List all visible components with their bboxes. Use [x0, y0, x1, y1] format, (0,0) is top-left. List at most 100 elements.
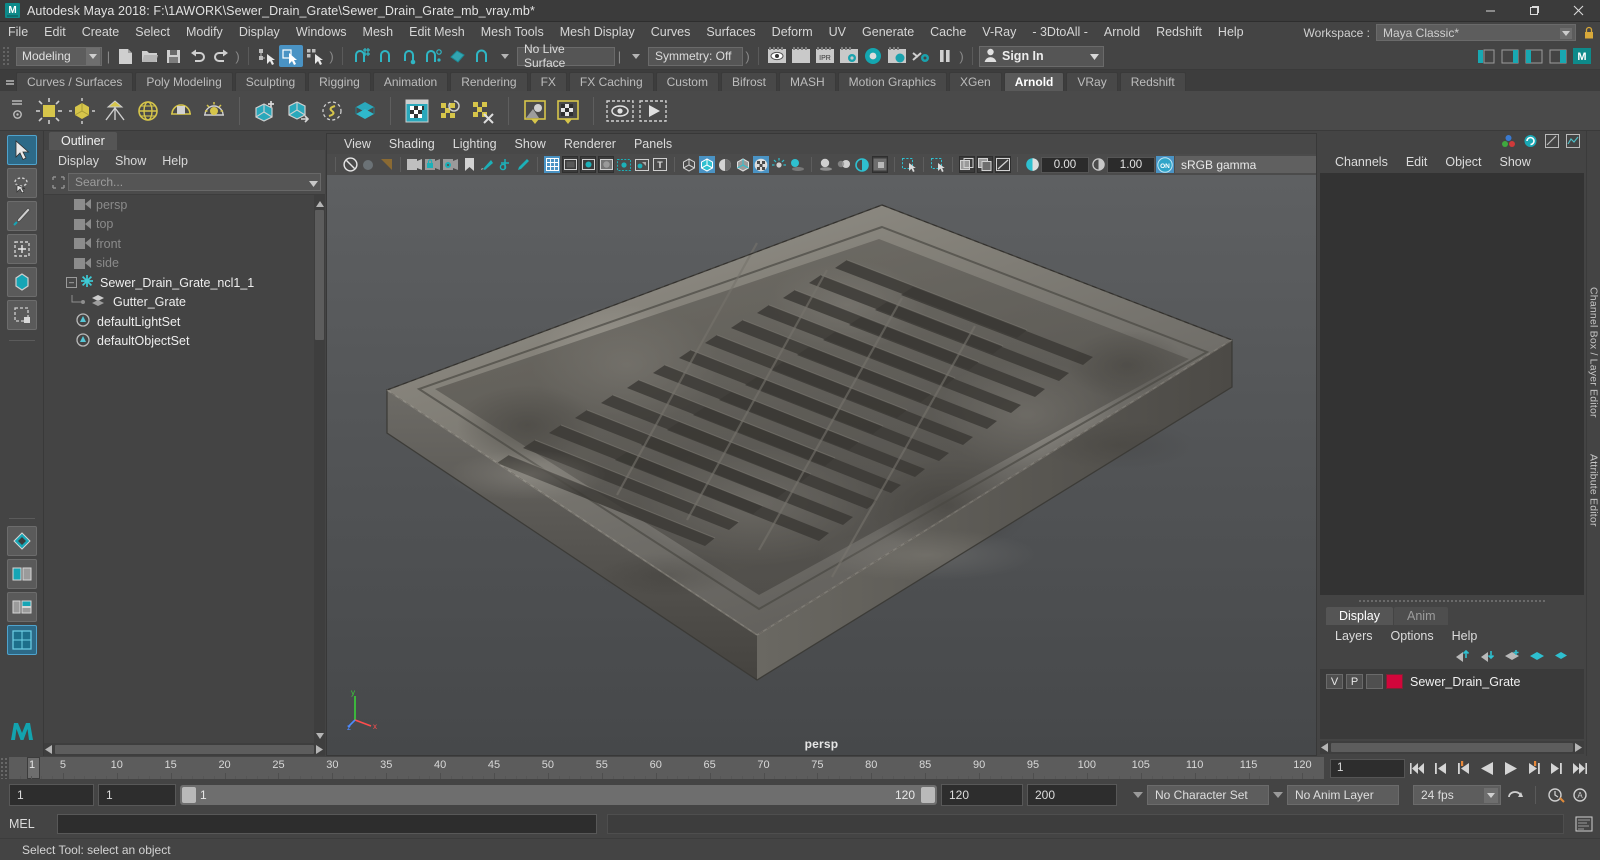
menu-create[interactable]: Create: [74, 22, 128, 43]
snap-to-point-icon[interactable]: [397, 45, 421, 67]
create-empty-layer-icon[interactable]: [1504, 649, 1520, 665]
menu-3dtoall[interactable]: - 3DtoAll -: [1024, 22, 1096, 43]
character-set-select[interactable]: No Character Set: [1147, 785, 1269, 805]
graph-icon[interactable]: [1566, 133, 1580, 151]
outliner-menu-display[interactable]: Display: [50, 154, 107, 168]
shelf-tab-grip[interactable]: [4, 70, 16, 91]
snap-to-grid-icon[interactable]: [349, 45, 373, 67]
grid-toggle-icon[interactable]: [544, 156, 560, 173]
menu-edit[interactable]: Edit: [36, 22, 74, 43]
loop-playback-icon[interactable]: [1505, 785, 1525, 805]
arnold-skydome-light-icon[interactable]: [131, 94, 164, 128]
panel-resize-handle[interactable]: [1358, 597, 1546, 604]
grease-pencil-icon[interactable]: [515, 156, 531, 173]
menu-select[interactable]: Select: [127, 22, 178, 43]
arnold-texture-update-icon[interactable]: [433, 94, 466, 128]
render-current-frame-icon[interactable]: [765, 45, 789, 67]
menu-cache[interactable]: Cache: [922, 22, 974, 43]
menu-deform[interactable]: Deform: [764, 22, 821, 43]
menu-vray[interactable]: V-Ray: [974, 22, 1024, 43]
shelf-tab-rendering[interactable]: Rendering: [450, 72, 528, 91]
menu-uv[interactable]: UV: [821, 22, 854, 43]
viewport-background-icon[interactable]: [872, 156, 888, 173]
step-forward-button[interactable]: [1546, 758, 1566, 778]
menu-mesh-display[interactable]: Mesh Display: [552, 22, 643, 43]
arnold-texture-clear-icon[interactable]: [466, 94, 499, 128]
shelf-tab-fx[interactable]: FX: [529, 72, 567, 91]
menu-redshift[interactable]: Redshift: [1148, 22, 1210, 43]
time-slider-grip[interactable]: [0, 757, 9, 779]
scroll-up-arrow-icon[interactable]: [315, 196, 324, 210]
scroll-right-arrow-icon[interactable]: [316, 743, 324, 757]
shelf-tab-bifrost[interactable]: Bifrost: [720, 72, 777, 91]
two-pane-layout-button[interactable]: [6, 559, 37, 589]
channelbox-menu-show[interactable]: Show: [1491, 155, 1540, 169]
range-slider-bar[interactable]: 1 120: [180, 785, 937, 805]
menu-mesh-tools[interactable]: Mesh Tools: [473, 22, 552, 43]
shelf-tab-mash[interactable]: MASH: [778, 72, 836, 91]
menu-file[interactable]: File: [0, 22, 36, 43]
outliner-menu-show[interactable]: Show: [107, 154, 154, 168]
outliner-vertical-scrollbar[interactable]: [314, 195, 325, 743]
arnold-export-standin-icon[interactable]: [282, 94, 315, 128]
layers-menu-layers[interactable]: Layers: [1326, 629, 1382, 643]
toggle-channel-box-icon[interactable]: [1546, 45, 1570, 67]
isolate-remove-icon[interactable]: [977, 156, 993, 173]
close-button[interactable]: [1556, 0, 1600, 22]
filter-icon[interactable]: [48, 173, 68, 191]
paint-select-viewport-icon[interactable]: [378, 156, 394, 173]
viewport-menu-view[interactable]: View: [335, 137, 380, 151]
layer-options-icon[interactable]: [1554, 650, 1568, 665]
menu-curves[interactable]: Curves: [643, 22, 699, 43]
wireframe-on-shaded-icon[interactable]: [735, 156, 751, 173]
workspace-select[interactable]: Maya Classic*: [1376, 24, 1576, 41]
time-slider-track[interactable]: 1 5 10 15 20 25 30 35 40 45 50 55 60 65 70 75 80 85 90 95 1…: [9, 757, 1324, 779]
play-forwards-button[interactable]: [1500, 758, 1520, 778]
swap-icon[interactable]: [1523, 134, 1538, 151]
outliner-list[interactable]: persp top front side – Sewer_Drain_Grate…: [44, 194, 325, 743]
scale-tool-button[interactable]: [6, 300, 37, 330]
select-component-icon[interactable]: [303, 45, 327, 67]
step-back-button[interactable]: [1431, 758, 1451, 778]
menu-mesh[interactable]: Mesh: [355, 22, 402, 43]
select-object-icon[interactable]: [279, 45, 303, 67]
paint-select-tool-button[interactable]: [6, 201, 37, 231]
shadows-icon[interactable]: [789, 156, 805, 173]
scroll-right-arrow-icon[interactable]: [1575, 741, 1583, 755]
arnold-spot-light-icon[interactable]: [98, 94, 131, 128]
move-layer-down-icon[interactable]: [1479, 650, 1495, 665]
camera-settings-icon[interactable]: [443, 156, 459, 173]
character-set-dropdown-arrow[interactable]: [1133, 792, 1143, 798]
script-editor-icon[interactable]: [1574, 814, 1594, 834]
select-hierarchy-icon[interactable]: [255, 45, 279, 67]
xray-icon[interactable]: [634, 156, 650, 173]
channelbox-menu-channels[interactable]: Channels: [1326, 155, 1397, 169]
outliner-item-gutter-grate[interactable]: Gutter_Grate: [44, 293, 325, 313]
menu-generate[interactable]: Generate: [854, 22, 922, 43]
select-camera-icon[interactable]: [342, 156, 358, 173]
gate-mask-icon[interactable]: [598, 156, 614, 173]
chevron-down-icon-2[interactable]: [624, 45, 648, 67]
shelf-tab-rigging[interactable]: Rigging: [308, 72, 371, 91]
arnold-shader-manager-icon[interactable]: [551, 94, 584, 128]
tab-anim-layers[interactable]: Anim: [1394, 607, 1449, 625]
scroll-left-arrow-icon[interactable]: [45, 743, 53, 757]
four-pane-layout-button[interactable]: [6, 625, 37, 655]
shade-selected-icon[interactable]: [717, 156, 733, 173]
channelbox-menu-object[interactable]: Object: [1436, 155, 1490, 169]
go-to-start-button[interactable]: [1408, 758, 1428, 778]
animation-preferences-icon[interactable]: [1546, 785, 1566, 805]
ipr-render-icon[interactable]: IPR: [813, 45, 837, 67]
arnold-view-render-icon[interactable]: [603, 94, 636, 128]
text-display-icon[interactable]: T: [652, 156, 668, 173]
menu-help[interactable]: Help: [1210, 22, 1252, 43]
hypershade-icon[interactable]: [861, 45, 885, 67]
chevron-down-icon[interactable]: [309, 176, 318, 190]
menu-surfaces[interactable]: Surfaces: [698, 22, 763, 43]
play-backwards-button[interactable]: [1477, 758, 1497, 778]
tab-display-layers[interactable]: Display: [1326, 607, 1393, 625]
rotate-tool-button[interactable]: [6, 267, 37, 297]
camera-attributes-icon[interactable]: [407, 156, 423, 173]
outliner-menu-help[interactable]: Help: [154, 154, 196, 168]
render-setup-icon[interactable]: [909, 45, 933, 67]
